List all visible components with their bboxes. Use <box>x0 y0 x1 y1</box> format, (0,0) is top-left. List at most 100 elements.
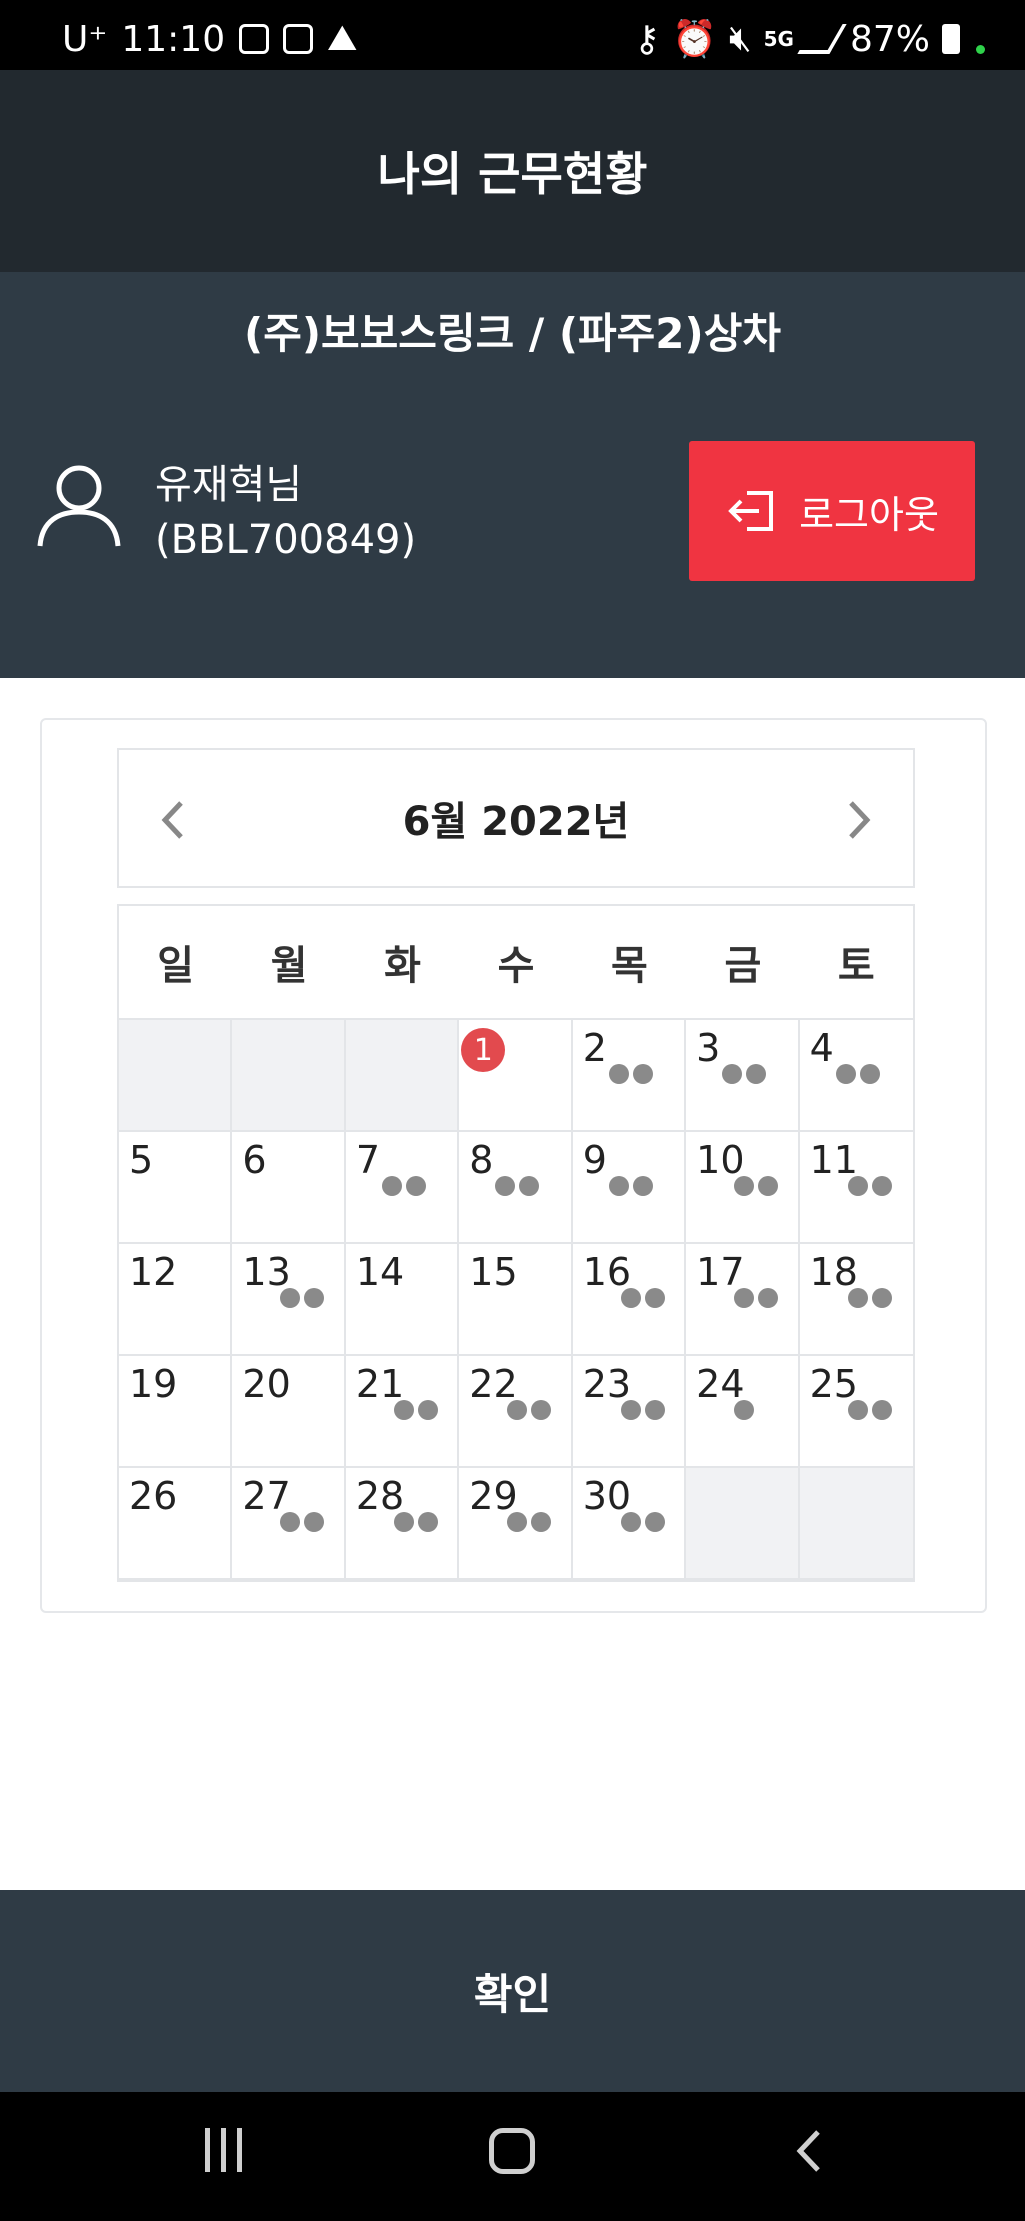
attendance-dot <box>644 1400 665 1420</box>
weekday-label: 금 <box>724 943 762 989</box>
confirm-button[interactable]: 확인 <box>0 1890 1025 2092</box>
calendar-day[interactable]: 18 <box>799 1244 913 1356</box>
day-number: 8 <box>469 1138 494 1182</box>
attendance-dots <box>620 1288 665 1308</box>
attendance-dot <box>304 1512 325 1532</box>
calendar-day[interactable]: 26 <box>119 1468 233 1580</box>
mute-icon: 🔇︎ <box>728 18 752 59</box>
calendar-day[interactable]: 22 <box>459 1356 573 1468</box>
alarm-icon: ⏰ <box>672 19 717 60</box>
calendar-day[interactable]: 27 <box>232 1468 346 1580</box>
status-bar: U⁺ 11:10 ⛰ ⚷ ⏰ 🔇︎ 5G 87% <box>0 0 1025 70</box>
calendar-day[interactable]: 2 <box>572 1020 687 1132</box>
day-number: 12 <box>129 1250 178 1294</box>
calendar-day[interactable]: 14 <box>345 1244 460 1356</box>
day-number: 4 <box>809 1026 834 1070</box>
calendar-day[interactable]: 24 <box>686 1356 800 1468</box>
attendance-dot <box>620 1400 641 1420</box>
calendar-day[interactable]: 16 <box>572 1244 687 1356</box>
attendance-dot <box>304 1288 325 1308</box>
attendance-dots <box>847 1176 892 1196</box>
attendance-dot <box>495 1176 516 1196</box>
day-number: 19 <box>129 1362 178 1406</box>
attendance-dot <box>644 1288 665 1308</box>
attendance-dot <box>620 1288 641 1308</box>
calendar-day[interactable]: 8 <box>459 1132 573 1244</box>
attendance-dots <box>393 1400 438 1420</box>
key-icon: ⚷ <box>633 18 661 60</box>
attendance-dot <box>417 1512 438 1532</box>
next-month-button[interactable] <box>833 795 883 845</box>
attendance-dot <box>871 1400 892 1420</box>
calendar-day[interactable]: 1 <box>459 1020 573 1132</box>
privacy-indicator-icon <box>976 44 985 54</box>
recent-apps-icon[interactable] <box>205 2128 253 2172</box>
attendance-dots <box>381 1176 426 1196</box>
network-type: 5G <box>763 27 794 51</box>
attendance-dot <box>632 1064 653 1084</box>
attendance-dot <box>758 1176 779 1196</box>
attendance-dots <box>734 1176 779 1196</box>
attendance-dots <box>280 1288 325 1308</box>
calendar-day[interactable]: 30 <box>572 1468 687 1580</box>
day-number: 9 <box>582 1138 607 1182</box>
calendar-day[interactable]: 6 <box>232 1132 346 1244</box>
battery-icon <box>942 24 960 54</box>
attendance-dots <box>620 1512 665 1532</box>
calendar-day[interactable]: 19 <box>119 1356 233 1468</box>
calendar-day[interactable]: 21 <box>345 1356 460 1468</box>
attendance-dots <box>722 1064 767 1084</box>
attendance-dot <box>531 1512 552 1532</box>
attendance-dots <box>734 1288 779 1308</box>
attendance-dot <box>507 1400 528 1420</box>
calendar-day[interactable]: 17 <box>686 1244 800 1356</box>
attendance-dot <box>381 1176 402 1196</box>
attendance-dot <box>847 1288 868 1308</box>
calendar-day[interactable]: 9 <box>572 1132 687 1244</box>
calendar-day[interactable]: 23 <box>572 1356 687 1468</box>
weekday-label: 토 <box>837 943 875 989</box>
day-number: 6 <box>242 1138 267 1182</box>
calendar-empty-cell <box>119 1020 233 1132</box>
attendance-dot <box>847 1176 868 1196</box>
weekday-row: 일월화수목금토 <box>119 906 913 1020</box>
attendance-dots <box>620 1400 665 1420</box>
logout-button[interactable]: 로그아웃 <box>689 441 975 581</box>
signal-icon <box>797 24 847 54</box>
home-icon[interactable] <box>489 2128 535 2174</box>
user-name: 유재혁님 <box>155 462 303 508</box>
calendar-day[interactable]: 11 <box>799 1132 913 1244</box>
day-number: 20 <box>242 1362 291 1406</box>
calendar-day[interactable]: 20 <box>232 1356 346 1468</box>
record-icon <box>283 24 314 54</box>
calendar-day[interactable]: 12 <box>119 1244 233 1356</box>
calendar-day[interactable]: 3 <box>686 1020 800 1132</box>
attendance-dot <box>531 1400 552 1420</box>
navigation-icon: ⛰ <box>327 18 358 59</box>
user-icon <box>37 465 121 547</box>
back-icon[interactable] <box>788 2128 834 2174</box>
status-bar-right: ⚷ ⏰ 🔇︎ 5G 87% <box>634 18 985 60</box>
calendar-day[interactable]: 15 <box>459 1244 573 1356</box>
weekday-label: 수 <box>497 943 535 989</box>
status-bar-left: U⁺ 11:10 ⛰ <box>62 18 357 60</box>
attendance-dot <box>417 1400 438 1420</box>
gallery-icon <box>239 24 270 54</box>
calendar-day[interactable]: 10 <box>686 1132 800 1244</box>
attendance-dot <box>632 1176 653 1196</box>
carrier-label: U⁺ <box>62 18 108 60</box>
calendar-day[interactable]: 5 <box>119 1132 233 1244</box>
prev-month-button[interactable] <box>149 795 199 845</box>
attendance-dots <box>608 1064 653 1084</box>
day-number: 2 <box>582 1026 607 1070</box>
calendar-day[interactable]: 7 <box>345 1132 460 1244</box>
month-header: 6월 2022년 <box>117 748 915 888</box>
calendar-day[interactable]: 29 <box>459 1468 573 1580</box>
attendance-dot <box>280 1512 301 1532</box>
calendar-day[interactable]: 28 <box>345 1468 460 1580</box>
calendar-day[interactable]: 25 <box>799 1356 913 1468</box>
calendar-day[interactable]: 13 <box>232 1244 346 1356</box>
calendar-day[interactable]: 4 <box>799 1020 913 1132</box>
calendar-empty-cell <box>345 1020 460 1132</box>
calendar-empty-cell <box>686 1468 800 1580</box>
